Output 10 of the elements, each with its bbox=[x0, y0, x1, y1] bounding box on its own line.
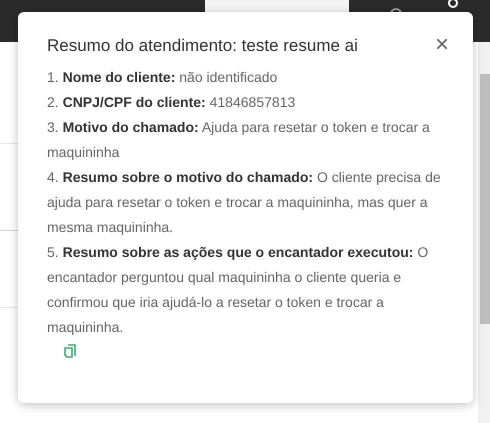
scrollbar-thumb[interactable] bbox=[480, 74, 490, 324]
dialog-title: Resumo do atendimento: teste resume ai bbox=[47, 35, 358, 57]
copy-icon[interactable] bbox=[64, 344, 76, 358]
summary-item: 5. Resumo sobre as ações que o encantador executou: O encantador perguntou qual maquininha o cliente queria e confirmou que iria ajudá-lo a resetar o token e trocar a maquininha. bbox=[47, 243, 430, 337]
summary-item: 4. Resumo sobre o motivo do chamado: O cliente precisa de ajuda para resetar o token e trocar a maquininha, mas quer a mesma maquininha. bbox=[47, 168, 442, 237]
summary-item: 1. Nome do cliente: não identificado bbox=[47, 68, 278, 87]
scrollbar[interactable] bbox=[478, 42, 490, 423]
close-button[interactable]: × bbox=[430, 34, 453, 56]
summary-item: 2. CNPJ/CPF do cliente: 41846857813 bbox=[47, 93, 296, 112]
summary-item: 3. Motivo do chamado: Ajuda para resetar o token e trocar a maquininha bbox=[47, 118, 431, 162]
